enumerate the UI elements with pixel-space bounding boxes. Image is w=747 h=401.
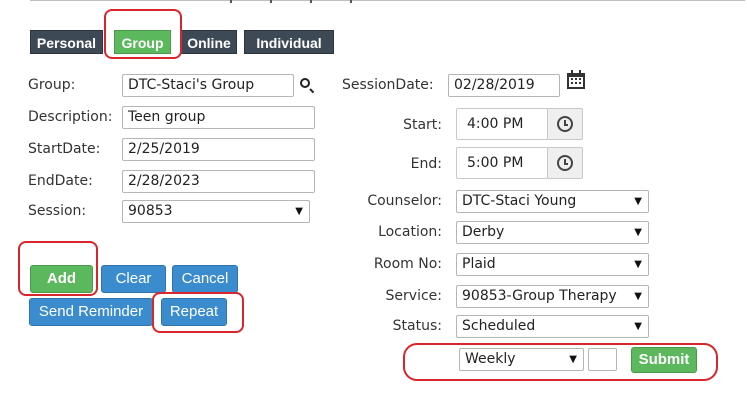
- clock-icon: [557, 155, 573, 171]
- status-value: Scheduled: [462, 318, 536, 334]
- start-time-button[interactable]: [547, 108, 583, 140]
- location-label: Location:: [378, 224, 442, 240]
- start-time-field[interactable]: 4:00 PM: [456, 108, 548, 140]
- session-label: Session:: [28, 203, 87, 219]
- location-value: Derby: [462, 224, 505, 240]
- start-label: Start:: [403, 117, 442, 133]
- calendar-icon[interactable]: [567, 70, 585, 89]
- description-label: Description:: [28, 109, 113, 125]
- tab-personal[interactable]: Personal: [30, 30, 103, 54]
- chevron-down-icon: ▼: [634, 196, 642, 207]
- status-select[interactable]: Scheduled ▼: [456, 315, 649, 338]
- annotation-repeat-row: [403, 343, 718, 381]
- service-value: 90853-Group Therapy: [462, 288, 617, 304]
- service-label: Service:: [385, 288, 442, 304]
- location-select[interactable]: Derby ▼: [456, 221, 649, 244]
- end-date-field[interactable]: 2/28/2023: [122, 170, 315, 193]
- chevron-down-icon: ▼: [634, 321, 642, 332]
- tab-individual[interactable]: Individual: [244, 30, 334, 54]
- annotation-group-tab: [104, 9, 182, 59]
- clear-button[interactable]: Clear: [101, 265, 166, 293]
- annotation-repeat-button: [152, 292, 244, 333]
- description-field[interactable]: Teen group: [122, 106, 315, 129]
- chevron-down-icon: ▼: [634, 291, 642, 302]
- tab-online[interactable]: Online: [181, 30, 237, 54]
- room-no-value: Plaid: [462, 256, 496, 272]
- group-label: Group:: [28, 77, 76, 93]
- group-field[interactable]: DTC-Staci's Group: [122, 74, 294, 97]
- service-select[interactable]: 90853-Group Therapy ▼: [456, 285, 649, 308]
- end-time-field[interactable]: 5:00 PM: [456, 147, 548, 179]
- counselor-label: Counselor:: [367, 193, 442, 209]
- clock-icon: [557, 116, 573, 132]
- start-date-field[interactable]: 2/25/2019: [122, 138, 315, 161]
- annotation-add-button: [18, 241, 98, 296]
- search-icon[interactable]: [300, 78, 310, 88]
- session-date-field[interactable]: 02/28/2019: [448, 74, 560, 97]
- chevron-down-icon: ▼: [634, 227, 642, 238]
- counselor-select[interactable]: DTC-Staci Young ▼: [456, 190, 649, 213]
- session-value: 90853: [128, 203, 173, 219]
- cancel-button[interactable]: Cancel: [172, 265, 238, 293]
- session-select[interactable]: 90853 ▼: [122, 200, 310, 223]
- start-date-label: StartDate:: [28, 141, 101, 157]
- status-label: Status:: [392, 318, 442, 334]
- chevron-down-icon: ▼: [295, 206, 303, 217]
- session-date-label: SessionDate:: [342, 77, 434, 93]
- chevron-down-icon: ▼: [634, 259, 642, 270]
- counselor-value: DTC-Staci Young: [462, 193, 577, 209]
- room-no-select[interactable]: Plaid ▼: [456, 253, 649, 276]
- end-date-label: EndDate:: [28, 173, 93, 189]
- top-stub: [230, 0, 410, 4]
- end-time-button[interactable]: [547, 147, 583, 179]
- end-label: End:: [410, 156, 442, 172]
- send-reminder-button[interactable]: Send Reminder: [29, 298, 153, 326]
- room-no-label: Room No:: [373, 256, 442, 272]
